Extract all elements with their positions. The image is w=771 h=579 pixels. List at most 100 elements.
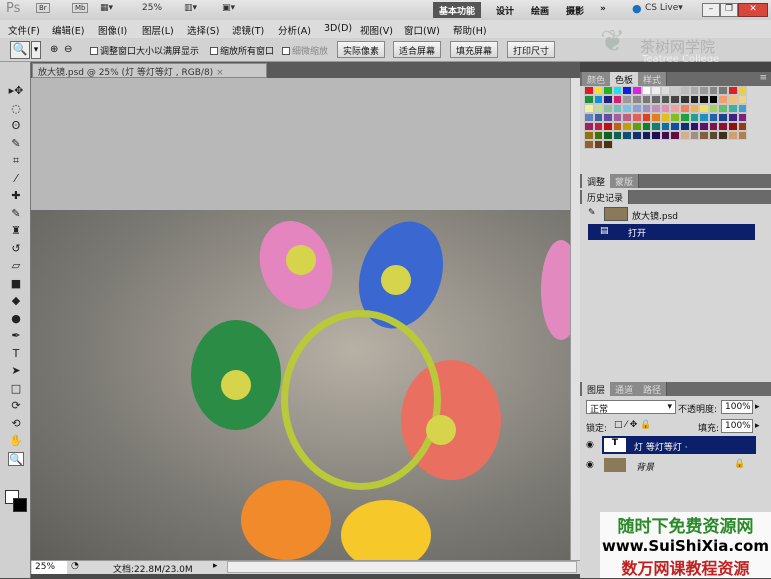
color-swatch[interactable] [641,131,652,140]
color-swatch[interactable] [679,104,690,113]
document-tab[interactable]: 放大镜.psd @ 25% (灯 等灯等灯 , RGB/8) × [32,63,267,78]
3d-orbit-tool-icon[interactable]: ⟲ [8,417,24,431]
gradient-tool-icon[interactable]: ■ [8,277,24,291]
color-swatch[interactable] [670,113,680,122]
zoom-in-icon[interactable]: ⊕ [50,44,58,55]
color-swatch[interactable] [641,122,652,131]
color-swatch[interactable] [689,113,700,122]
color-swatch[interactable] [689,104,700,113]
color-swatch[interactable] [660,122,671,131]
color-swatch[interactable] [631,104,642,113]
fill-slider-arrow[interactable]: ▸ [755,421,760,431]
color-swatch[interactable] [679,113,690,122]
eye-icon[interactable]: ◉ [586,440,594,450]
fill-screen-button[interactable]: 填充屏幕 [450,41,499,58]
fit-screen-button[interactable]: 适合屏幕 [393,41,442,58]
color-swatch[interactable] [718,122,728,131]
mini-bridge-button[interactable]: Mb [72,3,89,13]
color-swatch[interactable] [593,140,604,149]
tab-layers[interactable]: 图层 [582,382,612,396]
color-swatch[interactable] [670,131,680,140]
color-swatch[interactable] [727,131,738,140]
color-swatch[interactable] [737,95,748,104]
color-swatch[interactable] [727,113,738,122]
tab-history[interactable]: 历史记录 [582,190,630,204]
opacity-slider-arrow[interactable]: ▸ [755,402,760,412]
color-swatch[interactable] [689,95,700,104]
color-swatch[interactable] [718,86,728,95]
print-size-button[interactable]: 打印尺寸 [507,41,556,58]
quick-select-tool-icon[interactable]: ✎ [8,137,24,151]
screen-mode-icon[interactable]: ▣▾ [222,3,235,13]
color-swatch[interactable] [622,122,632,131]
tab-adjustments[interactable]: 调整 [582,174,612,188]
color-swatch[interactable] [612,122,623,131]
workspace-essentials[interactable]: 基本功能 [433,2,482,18]
type-tool-icon[interactable]: T [8,347,24,361]
color-swatch[interactable] [603,131,613,140]
color-swatch[interactable] [612,86,623,95]
close-button[interactable]: ✕ [738,3,768,17]
color-swatch[interactable] [699,122,709,131]
color-swatch[interactable] [603,104,613,113]
color-swatch[interactable] [641,95,652,104]
color-swatch[interactable] [689,122,700,131]
move-tool-icon[interactable]: ▸✥ [8,84,24,98]
lasso-tool-icon[interactable]: ʘ [8,119,24,133]
color-swatch[interactable] [584,140,594,149]
color-swatch[interactable] [718,113,728,122]
minimize-button[interactable]: – [702,3,720,17]
color-swatch[interactable] [737,131,748,140]
color-swatch[interactable] [603,140,613,149]
color-swatch[interactable] [737,122,748,131]
color-swatch[interactable] [584,131,594,140]
zoom-all-windows-checkbox[interactable]: 缩放所有窗口 [210,44,274,57]
pen-tool-icon[interactable]: ✒ [8,329,24,343]
color-swatch[interactable] [679,122,690,131]
color-swatch[interactable] [641,86,652,95]
color-swatch[interactable] [708,95,719,104]
color-swatch[interactable] [603,122,613,131]
color-swatch[interactable] [718,131,728,140]
history-state[interactable]: ▤ 打开 [588,224,755,240]
eye-icon[interactable]: ◉ [586,460,594,470]
menu-item[interactable]: 视图(V) [360,23,393,37]
menu-item[interactable]: 图像(I) [98,23,127,37]
color-swatch[interactable] [593,122,604,131]
color-swatch[interactable] [603,86,613,95]
color-swatch[interactable] [584,95,594,104]
zoom-tool-icon[interactable]: 🔍 [8,451,24,466]
color-swatch[interactable] [612,131,623,140]
clone-stamp-tool-icon[interactable]: ♜ [8,224,24,238]
color-swatch[interactable] [593,86,604,95]
color-swatch[interactable] [689,131,700,140]
color-swatch[interactable] [670,95,680,104]
path-select-tool-icon[interactable]: ➤ [8,364,24,378]
color-swatch[interactable] [727,122,738,131]
color-swatch[interactable] [651,131,661,140]
color-swatch[interactable] [651,95,661,104]
color-swatch[interactable] [708,104,719,113]
color-swatch[interactable] [718,104,728,113]
color-swatch[interactable] [631,95,642,104]
healing-tool-icon[interactable]: ✚ [8,189,24,203]
color-swatch[interactable] [679,131,690,140]
color-swatch[interactable] [670,122,680,131]
color-swatch[interactable] [660,95,671,104]
layer-row-text[interactable]: ◉ T 灯 等灯等灯 · [584,436,756,454]
zoom-out-icon[interactable]: ⊖ [64,44,72,55]
color-swatch[interactable] [631,86,642,95]
eyedropper-tool-icon[interactable]: ⁄ [8,172,24,186]
menu-item[interactable]: 分析(A) [278,23,311,37]
color-swatch[interactable] [727,86,738,95]
3d-rotate-tool-icon[interactable]: ⟳ [8,399,24,413]
color-swatch[interactable] [622,86,632,95]
layer-row-background[interactable]: ◉ 背景 🔒 [584,456,756,474]
view-extras-icon[interactable]: ▦▾ [100,3,113,13]
shape-tool-icon[interactable]: □ [8,382,24,396]
color-swatch[interactable] [622,131,632,140]
more-workspaces-button[interactable]: » [594,2,612,18]
color-swatch[interactable] [699,104,709,113]
document-canvas[interactable] [31,78,570,560]
blend-mode-select[interactable]: 正常 ▾ [586,400,676,415]
